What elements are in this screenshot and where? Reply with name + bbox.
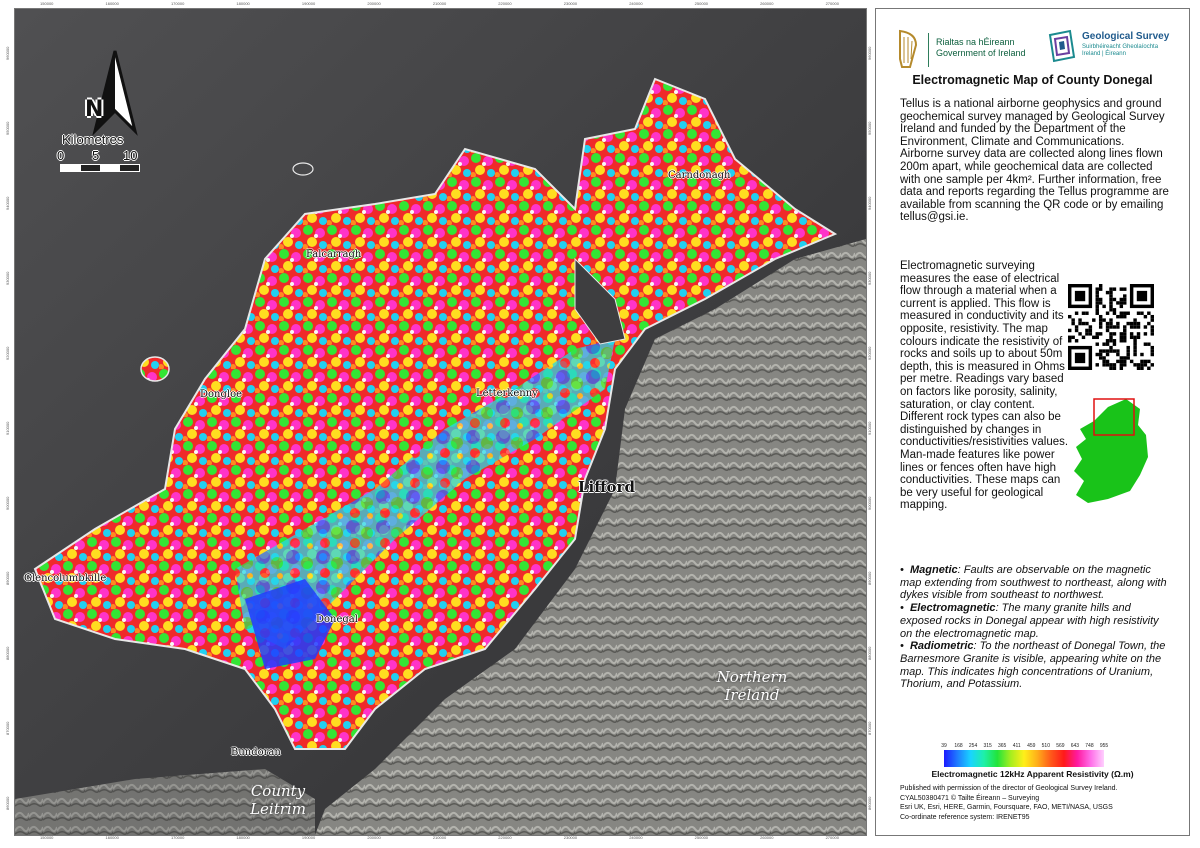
scale-tick-10: 10 [123,148,138,163]
town-letterkenny[interactable]: Letterkenny [476,388,538,399]
axis-tick-label: 880000 [867,646,872,661]
axis-tick-label: 210000 [432,1,447,6]
legend-tick-label: 39 [941,743,947,749]
gsi-name: Geological Survey [1082,31,1170,42]
bullet-radiometric: • Radiometric: To the northeast of Doneg… [900,640,1166,691]
town-lifford[interactable]: Lifford [578,478,635,496]
panel-title: Electromagnetic Map of County Donegal [912,73,1153,87]
region-northern-ireland: Northern Ireland [716,668,788,704]
town-bundoran[interactable]: Bundoran [231,747,281,758]
north-arrow-icon [92,50,138,136]
body-paragraph: Electromagnetic surveying measures the e… [900,260,1069,512]
town-glencolumbkille[interactable]: Glencolumbkille [24,573,106,584]
axis-tick-label: 920000 [867,346,872,360]
axis-tick-label: 910000 [867,421,872,435]
qr-code-icon[interactable] [1068,279,1154,375]
government-of-ireland-logo: Rialtas na hÉireann Government of Irelan… [896,29,1026,71]
gov-logo-line1: Rialtas na hÉireann [936,37,1015,47]
harp-icon [899,29,918,68]
axis-tick-label: 160000 [105,1,119,6]
credit-line: Esri UK, Esri, HERE, Garmin, Foursquare,… [900,804,1113,812]
gsi-sub1: Suirbhéireacht Gheolaíochta [1082,44,1159,50]
axis-tick-label: 270000 [825,1,839,6]
axis-tick-label: 150000 [40,1,54,6]
info-panel: Rialtas na hÉireann Government of Irelan… [875,8,1190,836]
axis-tick-label: 890000 [867,571,872,586]
axis-tick-label: 900000 [867,496,872,511]
region-county-leitrim: County Leitrim [250,782,306,818]
axis-tick-label: 900000 [5,496,10,511]
legend-title: Electromagnetic 12kHz Apparent Resistivi… [931,769,1134,779]
legend-tick-label: 459 [1027,743,1036,749]
axis-tick-label: 180000 [236,1,250,6]
map-view[interactable] [14,8,867,836]
bullet-magnetic: • Magnetic: Faults are observable on the… [900,564,1167,602]
ireland-shape [1074,399,1148,503]
gov-logo-line2: Government of Ireland [936,48,1026,58]
bullet-electromagnetic: • Electromagnetic: The many granite hill… [900,602,1159,640]
axis-tick-label: 940000 [867,196,872,210]
geological-survey-logo: Geological Survey Suirbhéireacht Gheolaí… [1048,27,1178,71]
legend-tick-label: 955 [1099,743,1109,749]
axis-tick-label: 940000 [5,196,10,210]
legend-tick-label: 643 [1070,743,1080,749]
axis-tick-label: 860000 [867,797,872,811]
axis-tick-label: 200000 [367,1,381,6]
axis-tick-label: 930000 [5,271,10,285]
axis-tick-label: 880000 [5,646,10,661]
legend-ticks: 39 168 254 315 365 411 459 510 569 643 748 955 [941,743,1114,750]
legend-tick-label: 365 [998,743,1007,749]
axis-tick-label: 190000 [301,1,316,6]
credits: Published with permission of the directo… [900,784,1180,822]
axis-tick-label: 930000 [867,271,872,285]
credit-line: Co-ordinate reference system: IRENET95 [900,813,1030,821]
scale-tick-5: 5 [92,148,100,163]
gsi-mark-icon [1048,29,1076,63]
island-aranmore [140,356,170,382]
axis-tick-label: 170000 [170,1,185,6]
legend-tick-label: 315 [983,743,992,749]
ireland-locator-map [1074,398,1148,503]
scale-tick-0: 0 [57,148,65,163]
axis-tick-label: 920000 [5,346,10,360]
credit-line: CYAL50380471 © Tailte Éireann – Surveyin… [900,794,1040,802]
axis-tick-label: 870000 [5,722,10,736]
axis-tick-label: 250000 [694,1,709,6]
town-donegal[interactable]: Donegal [316,614,358,625]
town-carndonagh[interactable]: Carndonagh [668,170,731,181]
scale-title: Kilometres [62,132,124,147]
gsi-sub2: Ireland | Éireann [1082,51,1126,57]
axis-tick-label: 240000 [629,1,643,6]
axis-tick-label: 890000 [5,571,10,586]
town-falcarragh[interactable]: Falcarragh [306,249,361,260]
scale-bar [60,164,140,172]
bullet-list: • Magnetic: Faults are observable on the… [900,564,1170,691]
north-label: N [85,97,104,122]
legend-tick-label: 254 [968,743,978,749]
axis-tick-label: 860000 [5,797,10,811]
town-dongloe[interactable]: Dongloe [200,389,242,400]
axis-tick-label: 870000 [867,722,872,736]
map-axis-right: 960000 950000 940000 930000 920000 910000 9000… [866,8,874,834]
resistivity-legend-colorbar [944,750,1104,767]
credit-line: Published with permission of the directo… [900,785,1118,792]
axis-tick-label: 260000 [760,1,774,6]
axis-tick-label: 220000 [498,1,512,6]
legend-tick-label: 569 [1056,743,1065,749]
legend-tick-label: 510 [1041,743,1050,749]
map-axis-top: 150000 160000 170000 180000 190000 200000 2100… [14,0,865,8]
axis-tick-label: 960000 [867,46,872,60]
axis-tick-label: 950000 [5,121,10,135]
legend-tick-label: 748 [1085,743,1094,749]
axis-tick-label: 960000 [5,46,10,60]
legend-tick-label: 411 [1012,743,1021,749]
axis-tick-label: 230000 [563,1,578,6]
legend-tick-label: 168 [954,743,963,749]
axis-tick-label: 910000 [5,421,10,435]
intro-paragraph: Tellus is a national airborne geophysics… [900,98,1169,224]
map-axis-left: 960000 950000 940000 930000 920000 910000 9000… [4,8,12,834]
axis-tick-label: 950000 [867,121,872,135]
